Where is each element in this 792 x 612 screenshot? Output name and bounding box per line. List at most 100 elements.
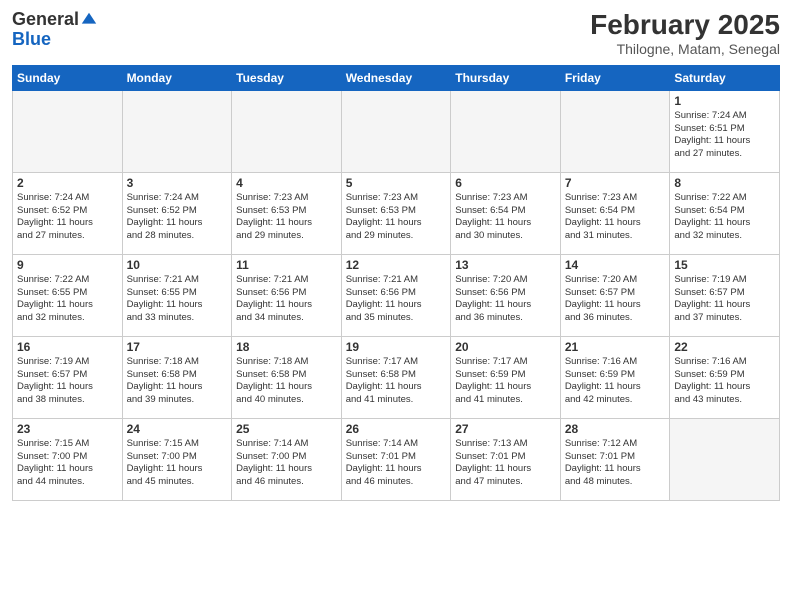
calendar-cell: 11Sunrise: 7:21 AM Sunset: 6:56 PM Dayli… — [232, 254, 342, 336]
day-number: 17 — [127, 340, 228, 354]
calendar-cell: 5 Sunrise: 7:23 AM Sunset: 6:53 PM Daylig… — [341, 172, 451, 254]
calendar-cell: 4 Sunrise: 7:23 AM Sunset: 6:53 PM Daylig… — [232, 172, 342, 254]
calendar-cell — [451, 90, 561, 172]
day-info: Sunrise: 7:20 AM Sunset: 6:56 PM Dayligh… — [455, 274, 556, 325]
day-number: 26 — [346, 422, 447, 436]
logo-icon — [80, 11, 98, 29]
calendar-cell: 2 Sunrise: 7:24 AM Sunset: 6:52 PM Daylig… — [13, 172, 123, 254]
day-number: 6 — [455, 176, 556, 190]
day-number: 28 — [565, 422, 666, 436]
calendar-cell: 19 Sunrise: 7:17 AM Sunset: 6:58 PM Dayli… — [341, 336, 451, 418]
day-number: 19 — [346, 340, 447, 354]
day-info: Sunrise: 7:14 AM Sunset: 7:00 PM Dayligh… — [236, 438, 337, 489]
day-info: Sunrise: 7:17 AM Sunset: 6:59 PM Dayligh… — [455, 356, 556, 407]
day-number: 23 — [17, 422, 118, 436]
day-number: 14 — [565, 258, 666, 272]
calendar-week-3: 9 Sunrise: 7:22 AM Sunset: 6:55 PM Daylig… — [13, 254, 780, 336]
day-info: Sunrise: 7:18 AM Sunset: 6:58 PM Dayligh… — [236, 356, 337, 407]
day-info: Sunrise: 7:22 AM Sunset: 6:55 PM Dayligh… — [17, 274, 118, 325]
calendar-cell: 27 Sunrise: 7:13 AM Sunset: 7:01 PM Dayli… — [451, 418, 561, 500]
calendar-cell: 17 Sunrise: 7:18 AM Sunset: 6:58 PM Dayli… — [122, 336, 232, 418]
day-info: Sunrise: 7:24 AM Sunset: 6:51 PM Dayligh… — [674, 110, 775, 161]
logo: General Blue — [12, 10, 98, 50]
day-info: Sunrise: 7:22 AM Sunset: 6:54 PM Dayligh… — [674, 192, 775, 243]
calendar-cell: 10 Sunrise: 7:21 AM Sunset: 6:55 PM Dayli… — [122, 254, 232, 336]
day-info: Sunrise: 7:21 AM Sunset: 6:55 PM Dayligh… — [127, 274, 228, 325]
col-friday: Friday — [560, 65, 670, 90]
calendar-cell — [13, 90, 123, 172]
day-number: 13 — [455, 258, 556, 272]
day-info: Sunrise: 7:23 AM Sunset: 6:54 PM Dayligh… — [565, 192, 666, 243]
calendar-cell: 1 Sunrise: 7:24 AM Sunset: 6:51 PM Daylig… — [670, 90, 780, 172]
col-wednesday: Wednesday — [341, 65, 451, 90]
day-info: Sunrise: 7:23 AM Sunset: 6:53 PM Dayligh… — [236, 192, 337, 243]
calendar-cell: 9 Sunrise: 7:22 AM Sunset: 6:55 PM Daylig… — [13, 254, 123, 336]
day-number: 5 — [346, 176, 447, 190]
day-info: Sunrise: 7:12 AM Sunset: 7:01 PM Dayligh… — [565, 438, 666, 489]
calendar-cell: 13 Sunrise: 7:20 AM Sunset: 6:56 PM Dayli… — [451, 254, 561, 336]
day-number: 9 — [17, 258, 118, 272]
day-info: Sunrise: 7:15 AM Sunset: 7:00 PM Dayligh… — [127, 438, 228, 489]
page: General Blue February 2025 Thilogne, Mat… — [0, 0, 792, 612]
month-title: February 2025 — [590, 10, 780, 41]
calendar-cell: 14 Sunrise: 7:20 AM Sunset: 6:57 PM Dayli… — [560, 254, 670, 336]
day-number: 25 — [236, 422, 337, 436]
calendar-cell: 6Sunrise: 7:23 AM Sunset: 6:54 PM Daylig… — [451, 172, 561, 254]
calendar-cell — [670, 418, 780, 500]
day-info: Sunrise: 7:20 AM Sunset: 6:57 PM Dayligh… — [565, 274, 666, 325]
day-number: 1 — [674, 94, 775, 108]
day-number: 11 — [236, 258, 337, 272]
day-number: 4 — [236, 176, 337, 190]
day-info: Sunrise: 7:15 AM Sunset: 7:00 PM Dayligh… — [17, 438, 118, 489]
logo-blue-text: Blue — [12, 30, 98, 50]
day-number: 3 — [127, 176, 228, 190]
calendar-cell — [560, 90, 670, 172]
day-number: 24 — [127, 422, 228, 436]
day-number: 18 — [236, 340, 337, 354]
title-block: February 2025 Thilogne, Matam, Senegal — [590, 10, 780, 57]
calendar-cell — [341, 90, 451, 172]
calendar-cell: 8 Sunrise: 7:22 AM Sunset: 6:54 PM Daylig… — [670, 172, 780, 254]
day-info: Sunrise: 7:14 AM Sunset: 7:01 PM Dayligh… — [346, 438, 447, 489]
header: General Blue February 2025 Thilogne, Mat… — [12, 10, 780, 57]
logo-general-text: General — [12, 10, 79, 30]
calendar-week-2: 2 Sunrise: 7:24 AM Sunset: 6:52 PM Daylig… — [13, 172, 780, 254]
day-number: 16 — [17, 340, 118, 354]
day-info: Sunrise: 7:19 AM Sunset: 6:57 PM Dayligh… — [674, 274, 775, 325]
day-number: 27 — [455, 422, 556, 436]
day-info: Sunrise: 7:24 AM Sunset: 6:52 PM Dayligh… — [127, 192, 228, 243]
day-number: 7 — [565, 176, 666, 190]
day-number: 2 — [17, 176, 118, 190]
day-info: Sunrise: 7:16 AM Sunset: 6:59 PM Dayligh… — [674, 356, 775, 407]
calendar-table: Sunday Monday Tuesday Wednesday Thursday… — [12, 65, 780, 501]
calendar-week-1: 1 Sunrise: 7:24 AM Sunset: 6:51 PM Daylig… — [13, 90, 780, 172]
col-tuesday: Tuesday — [232, 65, 342, 90]
calendar-cell — [122, 90, 232, 172]
calendar-cell: 7 Sunrise: 7:23 AM Sunset: 6:54 PM Daylig… — [560, 172, 670, 254]
col-monday: Monday — [122, 65, 232, 90]
calendar-header-row: Sunday Monday Tuesday Wednesday Thursday… — [13, 65, 780, 90]
calendar-cell: 16Sunrise: 7:19 AM Sunset: 6:57 PM Dayli… — [13, 336, 123, 418]
day-number: 20 — [455, 340, 556, 354]
calendar-cell: 12 Sunrise: 7:21 AM Sunset: 6:56 PM Dayli… — [341, 254, 451, 336]
day-info: Sunrise: 7:23 AM Sunset: 6:53 PM Dayligh… — [346, 192, 447, 243]
calendar-cell: 18 Sunrise: 7:18 AM Sunset: 6:58 PM Dayli… — [232, 336, 342, 418]
calendar-cell: 23 Sunrise: 7:15 AM Sunset: 7:00 PM Dayli… — [13, 418, 123, 500]
day-info: Sunrise: 7:17 AM Sunset: 6:58 PM Dayligh… — [346, 356, 447, 407]
day-info: Sunrise: 7:13 AM Sunset: 7:01 PM Dayligh… — [455, 438, 556, 489]
day-number: 22 — [674, 340, 775, 354]
day-info: Sunrise: 7:18 AM Sunset: 6:58 PM Dayligh… — [127, 356, 228, 407]
day-number: 10 — [127, 258, 228, 272]
calendar-cell — [232, 90, 342, 172]
col-thursday: Thursday — [451, 65, 561, 90]
calendar-cell: 26 Sunrise: 7:14 AM Sunset: 7:01 PM Dayli… — [341, 418, 451, 500]
calendar-cell: 22 Sunrise: 7:16 AM Sunset: 6:59 PM Dayli… — [670, 336, 780, 418]
day-info: Sunrise: 7:24 AM Sunset: 6:52 PM Dayligh… — [17, 192, 118, 243]
day-number: 12 — [346, 258, 447, 272]
calendar-cell: 3 Sunrise: 7:24 AM Sunset: 6:52 PM Daylig… — [122, 172, 232, 254]
location: Thilogne, Matam, Senegal — [590, 41, 780, 57]
day-number: 8 — [674, 176, 775, 190]
calendar-week-4: 16Sunrise: 7:19 AM Sunset: 6:57 PM Dayli… — [13, 336, 780, 418]
day-info: Sunrise: 7:21 AM Sunset: 6:56 PM Dayligh… — [346, 274, 447, 325]
calendar-cell: 25 Sunrise: 7:14 AM Sunset: 7:00 PM Dayli… — [232, 418, 342, 500]
